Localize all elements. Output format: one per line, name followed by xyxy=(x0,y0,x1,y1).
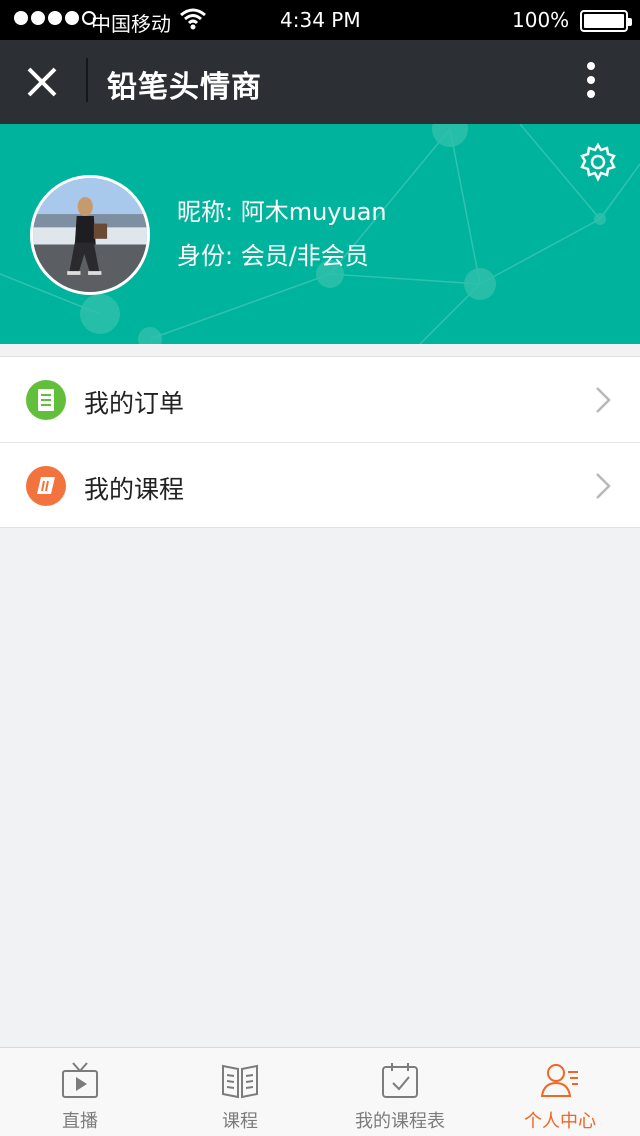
status-bar: 中国移动 4:34 PM 100% xyxy=(0,0,640,40)
tab-label: 个人中心 xyxy=(524,1111,596,1132)
book-icon xyxy=(26,466,66,506)
tab-courses[interactable]: 课程 xyxy=(160,1048,320,1136)
tab-label: 直播 xyxy=(62,1111,98,1132)
chevron-right-icon xyxy=(596,473,611,499)
wifi-icon xyxy=(180,8,206,30)
carrier-name: 中国移动 xyxy=(91,12,171,36)
nickname-text: 昵称: 阿木muyuan xyxy=(177,198,387,226)
settings-gear-icon[interactable] xyxy=(578,142,618,182)
tab-live[interactable]: 直播 xyxy=(0,1048,160,1136)
avatar[interactable] xyxy=(30,175,150,295)
user-icon xyxy=(540,1064,578,1097)
tab-label: 课程 xyxy=(222,1111,258,1132)
signal-strength-icon xyxy=(14,11,96,25)
bottom-tab-bar: 直播 课程 我的课程表 个人中心 xyxy=(0,1047,640,1136)
menu-item-label: 我的课程 xyxy=(84,475,185,504)
chevron-right-icon xyxy=(596,387,611,413)
menu-item-label: 我的订单 xyxy=(84,389,185,418)
open-book-icon xyxy=(222,1064,258,1099)
calendar-check-icon xyxy=(382,1063,418,1098)
profile-info: 昵称: 阿木muyuan 身份: 会员/非会员 xyxy=(177,190,387,278)
battery-percent: 100% xyxy=(512,8,570,32)
tab-profile[interactable]: 个人中心 xyxy=(480,1048,640,1136)
menu-item-my-orders[interactable]: 我的订单 xyxy=(0,357,640,442)
tab-label: 我的课程表 xyxy=(355,1111,445,1132)
nav-divider xyxy=(86,58,88,102)
nav-bar: 铅笔头情商 xyxy=(0,40,640,124)
page-title: 铅笔头情商 xyxy=(107,70,262,105)
identity-text: 身份: 会员/非会员 xyxy=(177,242,369,270)
close-icon[interactable] xyxy=(22,62,62,102)
status-time: 4:34 PM xyxy=(280,8,361,32)
tv-play-icon xyxy=(62,1062,98,1098)
document-icon xyxy=(26,380,66,420)
profile-header: 昵称: 阿木muyuan 身份: 会员/非会员 xyxy=(0,124,640,344)
menu-item-my-courses[interactable]: 我的课程 xyxy=(0,442,640,527)
tab-my-schedule[interactable]: 我的课程表 xyxy=(320,1048,480,1136)
more-options-icon[interactable] xyxy=(576,60,606,104)
menu-list: 我的订单 我的课程 xyxy=(0,356,640,528)
battery-icon xyxy=(580,10,632,32)
